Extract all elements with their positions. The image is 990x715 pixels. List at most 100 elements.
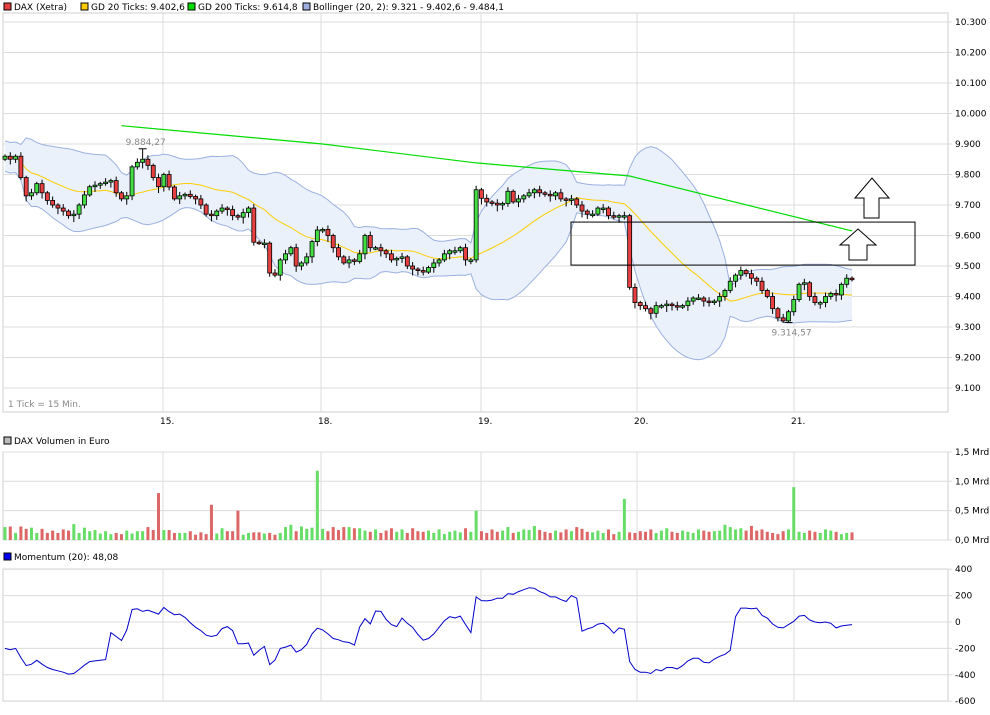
volume-bar [728, 527, 732, 540]
volume-bar [834, 531, 838, 540]
volume-bar [231, 531, 235, 540]
volume-bar [485, 532, 489, 540]
legend-label: Bollinger (20, 2): 9.321 - 9.402,6 - 9.4… [313, 3, 504, 13]
candle-body [801, 282, 807, 285]
volume-bar [389, 528, 393, 540]
volume-tick-label: 0,5 Mrd [955, 507, 989, 517]
candle-body [637, 302, 643, 307]
volume-bar [209, 504, 213, 540]
candle-body [29, 192, 34, 197]
price-annotation: 9.884,27 [126, 138, 166, 148]
volume-bar [675, 532, 679, 540]
candle-body [436, 259, 442, 264]
volume-bar [554, 530, 558, 540]
candle-body [558, 192, 564, 200]
volume-tick-label: 0,0 Mrd [955, 536, 989, 546]
volume-bar [617, 531, 621, 540]
momentum-tick-label: -600 [955, 697, 976, 707]
x-tick-label: 20. [634, 417, 648, 427]
volume-tick-label: 1,0 Mrd [955, 477, 989, 487]
volume-bar [8, 526, 12, 540]
candle-body [193, 196, 198, 200]
volume-bar [194, 534, 198, 540]
candle-body [246, 207, 251, 214]
candle-body [230, 209, 236, 217]
volume-bar [88, 531, 92, 540]
candle-body [690, 297, 696, 302]
candle-body [775, 308, 781, 319]
candle-body [510, 190, 516, 203]
candle-body [156, 177, 161, 188]
candle-body [415, 268, 421, 271]
candle-body [643, 305, 648, 310]
candle-body [452, 250, 458, 253]
volume-bar [448, 531, 452, 540]
candle-body [812, 296, 818, 303]
volume-bar [765, 531, 769, 540]
volume-bar [384, 530, 388, 540]
volume-bar [548, 532, 552, 540]
candle-body [272, 272, 278, 276]
candle-body [441, 253, 447, 261]
candle-body [203, 204, 209, 215]
volume-bar [776, 534, 780, 540]
price-tick-label: 10.300 [955, 18, 987, 28]
x-tick-label: 18. [318, 417, 332, 427]
candle-body [18, 155, 24, 178]
candle-body [669, 303, 675, 307]
volume-bar [294, 531, 298, 540]
candle-body [346, 259, 352, 264]
volume-bar [596, 530, 600, 540]
volume-bar [342, 527, 346, 540]
candle-body [92, 184, 98, 188]
volume-bar [310, 527, 314, 540]
volume-bar [19, 526, 23, 540]
candle-body [764, 289, 770, 297]
candle-body [780, 317, 786, 322]
candle-body [659, 305, 664, 308]
candle-body [579, 204, 585, 212]
price-tick-label: 9.900 [955, 140, 981, 150]
momentum-tick-label: 0 [955, 618, 961, 628]
candle-body [722, 289, 728, 297]
candle-body [55, 204, 61, 209]
candle-body [521, 195, 527, 200]
volume-bar [268, 532, 272, 540]
candle-body [706, 300, 712, 304]
volume-bar [622, 498, 626, 540]
candle-body [129, 166, 135, 197]
volume-bar [506, 527, 510, 540]
volume-bar [125, 530, 129, 540]
volume-bar [569, 531, 573, 540]
volume-bar [199, 532, 203, 540]
volume-title: DAX Volumen in Euro [14, 437, 110, 447]
candle-body [648, 308, 654, 314]
legend-swatch [80, 2, 89, 11]
volume-bar [93, 530, 97, 540]
price-annotation: 9.314,57 [771, 329, 811, 339]
volume-bar [14, 532, 18, 540]
candle-body [44, 192, 50, 201]
volume-bar [188, 531, 192, 540]
candle-body [325, 228, 331, 236]
volume-bar [712, 531, 716, 540]
candle-body [711, 300, 717, 304]
candle-body [304, 256, 310, 264]
volume-bar [442, 534, 446, 540]
volume-bar [718, 530, 722, 540]
volume-bar [82, 527, 86, 540]
tick-note: 1 Tick = 15 Min. [8, 400, 81, 410]
candle-body [34, 183, 40, 194]
volume-bar [157, 493, 161, 540]
volume-bar [56, 532, 60, 540]
candle-body [595, 207, 601, 215]
candle-body [108, 180, 114, 183]
price-tick-label: 9.400 [955, 293, 981, 303]
volume-bar [786, 529, 790, 540]
price-tick-label: 9.500 [955, 262, 981, 272]
legend-swatch [187, 2, 196, 11]
dax-chart: DAX (Xetra) GD 20 Ticks: 9.402,6 GD 200 Ti… [2, 2, 989, 707]
volume-bar [321, 528, 325, 540]
volume-bar [644, 531, 648, 540]
candle-body [754, 277, 760, 282]
